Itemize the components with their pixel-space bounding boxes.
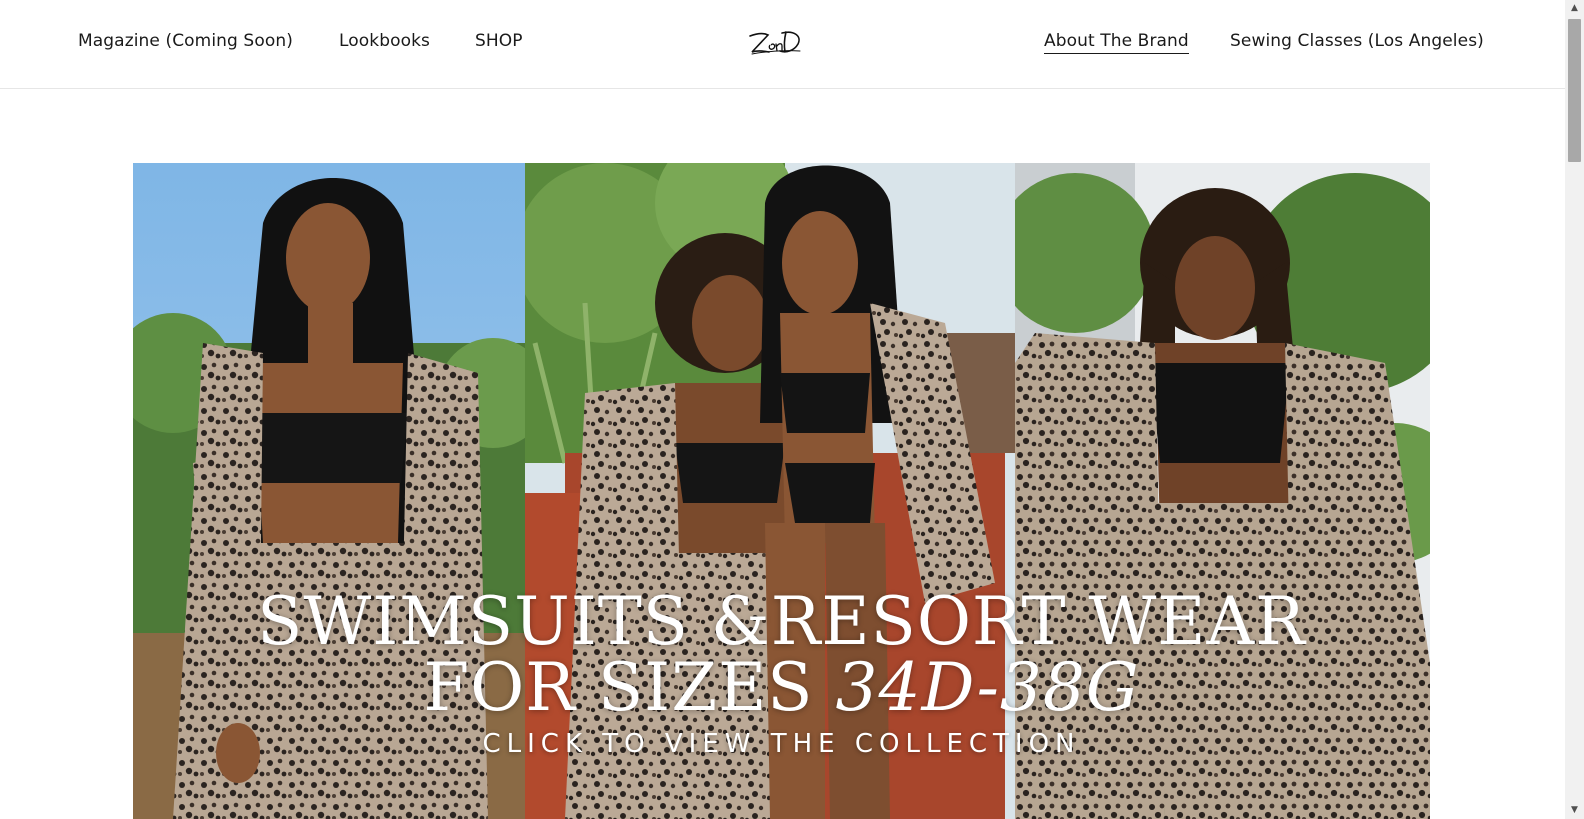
nav-sewing-classes[interactable]: Sewing Classes (Los Angeles): [1230, 31, 1484, 51]
triangle-down-icon[interactable]: ▼: [1565, 802, 1584, 819]
view-collection-link[interactable]: CLICK TO VIEW THE COLLECTION: [133, 729, 1430, 759]
zond-logo-mark: [749, 31, 801, 55]
nav-lookbooks[interactable]: Lookbooks: [339, 31, 430, 51]
page-scrollbar[interactable]: ▲ ▼: [1565, 0, 1584, 819]
scrollbar-thumb[interactable]: [1568, 19, 1581, 162]
hero-photo-left: [133, 163, 525, 819]
nav-magazine[interactable]: Magazine (Coming Soon): [78, 31, 293, 51]
hero-photo-right: [1015, 163, 1430, 819]
brand-logo[interactable]: [744, 24, 806, 64]
triangle-up-icon[interactable]: ▲: [1565, 0, 1584, 17]
site-header: Magazine (Coming Soon) Lookbooks SHOP Ab…: [0, 0, 1565, 89]
hero-photo-center: [525, 163, 1015, 819]
hero-banner[interactable]: SWIMSUITS &RESORT WEAR FOR SIZES 34D-38G…: [133, 163, 1430, 819]
nav-about-brand[interactable]: About The Brand: [1044, 31, 1189, 54]
nav-shop[interactable]: SHOP: [475, 31, 523, 51]
